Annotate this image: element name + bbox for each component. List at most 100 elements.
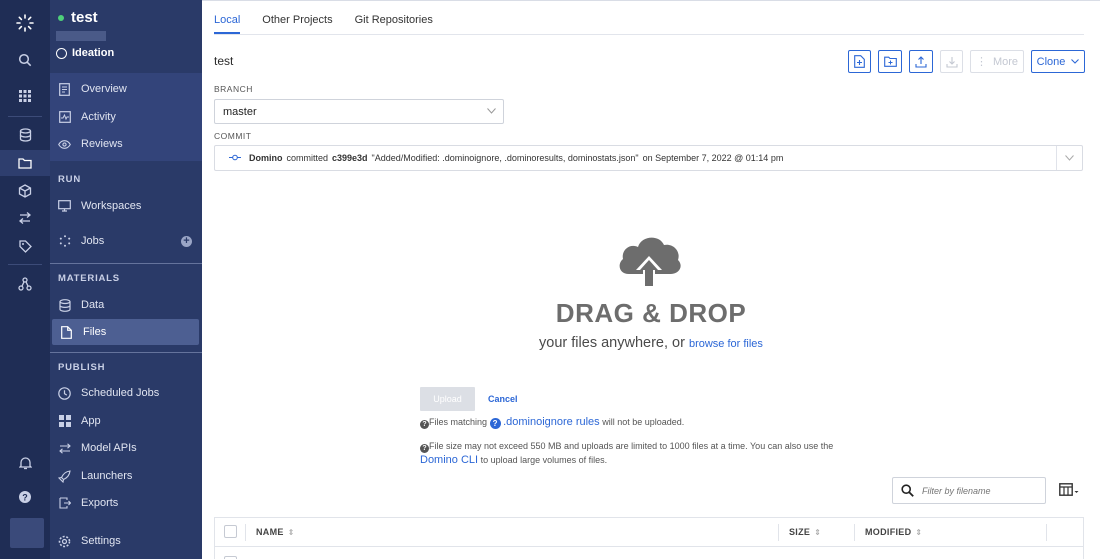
info-icon: ? bbox=[420, 420, 429, 429]
ignore-prefix: Files matching bbox=[429, 417, 488, 427]
transfer-arrows-icon[interactable] bbox=[0, 205, 50, 231]
network-graph-icon[interactable] bbox=[0, 271, 50, 297]
filter-by-filename-input[interactable] bbox=[922, 485, 1032, 496]
sidebar-item-exports[interactable]: Exports bbox=[50, 490, 202, 516]
sidebar-item-label: Settings bbox=[81, 535, 121, 547]
cancel-upload-link[interactable]: Cancel bbox=[488, 394, 518, 404]
status-dot-icon bbox=[58, 14, 64, 21]
files-main: Local Other Projects Git Repositories te… bbox=[202, 0, 1100, 559]
file-source-tabs: Local Other Projects Git Repositories bbox=[214, 14, 433, 34]
database-icon[interactable] bbox=[0, 122, 50, 148]
overview-doc-icon bbox=[58, 82, 71, 96]
notifications-bell-icon[interactable] bbox=[0, 450, 50, 476]
table-row[interactable] bbox=[215, 548, 1083, 559]
more-button[interactable]: ⋮ More bbox=[970, 50, 1024, 73]
column-settings-icon[interactable] bbox=[1059, 483, 1079, 499]
new-folder-button[interactable] bbox=[878, 50, 902, 73]
upload-submit-button[interactable]: Upload bbox=[420, 387, 475, 411]
tab-git-repositories[interactable]: Git Repositories bbox=[355, 14, 433, 34]
project-sidebar: test Ideation Overview Activity Reviews … bbox=[50, 0, 202, 559]
project-stage[interactable]: Ideation bbox=[56, 47, 114, 59]
sidebar-item-label: Workspaces bbox=[81, 200, 142, 212]
tab-other-projects[interactable]: Other Projects bbox=[262, 14, 332, 34]
project-title[interactable]: test bbox=[58, 9, 98, 26]
help-icon[interactable]: ? bbox=[489, 418, 501, 429]
tag-icon[interactable] bbox=[0, 233, 50, 259]
domino-cli-link[interactable]: Domino CLI bbox=[420, 454, 478, 466]
sidebar-item-app[interactable]: App bbox=[50, 408, 202, 434]
sidebar-item-model-apis[interactable]: Model APIs bbox=[50, 435, 202, 461]
apps-grid-icon[interactable] bbox=[0, 83, 50, 109]
branch-label: BRANCH bbox=[214, 84, 253, 94]
environments-cube-icon[interactable] bbox=[0, 178, 50, 204]
dropzone-subtitle: your files anywhere, or browse for files bbox=[202, 335, 1100, 351]
clock-icon bbox=[58, 386, 71, 400]
user-avatar[interactable] bbox=[10, 518, 44, 548]
commit-date: on September 7, 2022 @ 01:14 pm bbox=[642, 153, 784, 163]
sort-icon: ⇕ bbox=[915, 527, 923, 537]
select-all-checkbox[interactable] bbox=[224, 525, 237, 538]
column-modified[interactable]: MODIFIED ⇕ bbox=[865, 527, 922, 537]
commit-select[interactable]: Domino committed c399e3d "Added/Modified… bbox=[214, 145, 1083, 171]
sidebar-item-files[interactable]: Files bbox=[52, 319, 199, 345]
chevron-down-icon[interactable] bbox=[1056, 146, 1082, 170]
projects-folder-icon[interactable] bbox=[0, 150, 50, 176]
column-size[interactable]: SIZE ⇕ bbox=[789, 527, 821, 537]
sidebar-item-reviews[interactable]: Reviews bbox=[50, 131, 202, 157]
download-button[interactable] bbox=[940, 50, 963, 73]
column-modified-label: MODIFIED bbox=[865, 527, 912, 537]
help-icon[interactable]: ? bbox=[0, 484, 50, 510]
sidebar-item-launchers[interactable]: Launchers bbox=[50, 463, 202, 489]
dominoignore-rules-link[interactable]: .dominoignore rules bbox=[503, 416, 600, 428]
clone-button[interactable]: Clone bbox=[1031, 50, 1085, 73]
tabs-divider bbox=[214, 34, 1084, 35]
sidebar-item-activity[interactable]: Activity bbox=[50, 104, 202, 130]
filter-box bbox=[892, 477, 1046, 504]
top-border bbox=[202, 0, 1100, 1]
project-owner-redacted bbox=[56, 31, 106, 41]
file-icon bbox=[60, 325, 73, 339]
sidebar-item-data[interactable]: Data bbox=[50, 292, 202, 318]
commit-verb: committed bbox=[286, 153, 329, 163]
sidebar-item-label: Scheduled Jobs bbox=[81, 387, 160, 399]
domino-logo-icon[interactable] bbox=[0, 8, 50, 38]
app-grid-icon bbox=[58, 415, 71, 428]
column-divider bbox=[854, 524, 855, 541]
gear-icon bbox=[58, 535, 71, 548]
branch-value: master bbox=[223, 105, 257, 118]
add-job-button[interactable]: + bbox=[181, 236, 192, 247]
upload-button[interactable] bbox=[909, 50, 933, 73]
sidebar-item-label: Reviews bbox=[81, 138, 123, 150]
current-folder-title: test bbox=[214, 54, 234, 68]
new-file-button[interactable] bbox=[848, 50, 871, 73]
browse-for-files-link[interactable]: browse for files bbox=[689, 338, 763, 350]
column-name[interactable]: NAME ⇕ bbox=[256, 527, 295, 537]
sidebar-item-jobs[interactable]: Jobs bbox=[50, 228, 202, 254]
project-stage-label: Ideation bbox=[72, 47, 115, 59]
ignore-suffix: will not be uploaded. bbox=[602, 417, 685, 427]
sidebar-item-settings[interactable]: Settings bbox=[50, 528, 202, 554]
commit-label: COMMIT bbox=[214, 131, 252, 141]
model-api-arrows-icon bbox=[58, 442, 71, 455]
tab-local[interactable]: Local bbox=[214, 14, 241, 34]
ignore-rules-note: ? Files matching ? .dominoignore rules wi… bbox=[420, 416, 684, 429]
jobs-spinner-icon bbox=[58, 235, 71, 248]
branch-select[interactable]: master bbox=[214, 99, 504, 124]
commit-hash: c399e3d bbox=[332, 153, 368, 163]
export-icon bbox=[58, 497, 71, 510]
sidebar-item-workspaces[interactable]: Workspaces bbox=[50, 193, 202, 219]
sort-icon: ⇕ bbox=[814, 527, 822, 537]
sidebar-item-overview[interactable]: Overview bbox=[50, 76, 202, 102]
more-dots-icon: ⋮ bbox=[975, 55, 987, 68]
sidebar-item-label: Overview bbox=[81, 83, 127, 95]
sidebar-item-scheduled-jobs[interactable]: Scheduled Jobs bbox=[50, 380, 202, 406]
cli-suffix: to upload large volumes of files. bbox=[480, 455, 608, 465]
search-icon[interactable] bbox=[0, 47, 50, 73]
new-file-icon bbox=[854, 55, 865, 68]
sidebar-item-label: Jobs bbox=[81, 235, 105, 247]
global-nav-rail: ? bbox=[0, 0, 50, 559]
files-table: NAME ⇕ SIZE ⇕ MODIFIED ⇕ bbox=[214, 517, 1084, 559]
sidebar-item-label: App bbox=[81, 415, 101, 427]
sidebar-item-label: Files bbox=[83, 326, 107, 338]
file-size-note: ? File size may not exceed 550 MB and upl… bbox=[420, 439, 850, 467]
